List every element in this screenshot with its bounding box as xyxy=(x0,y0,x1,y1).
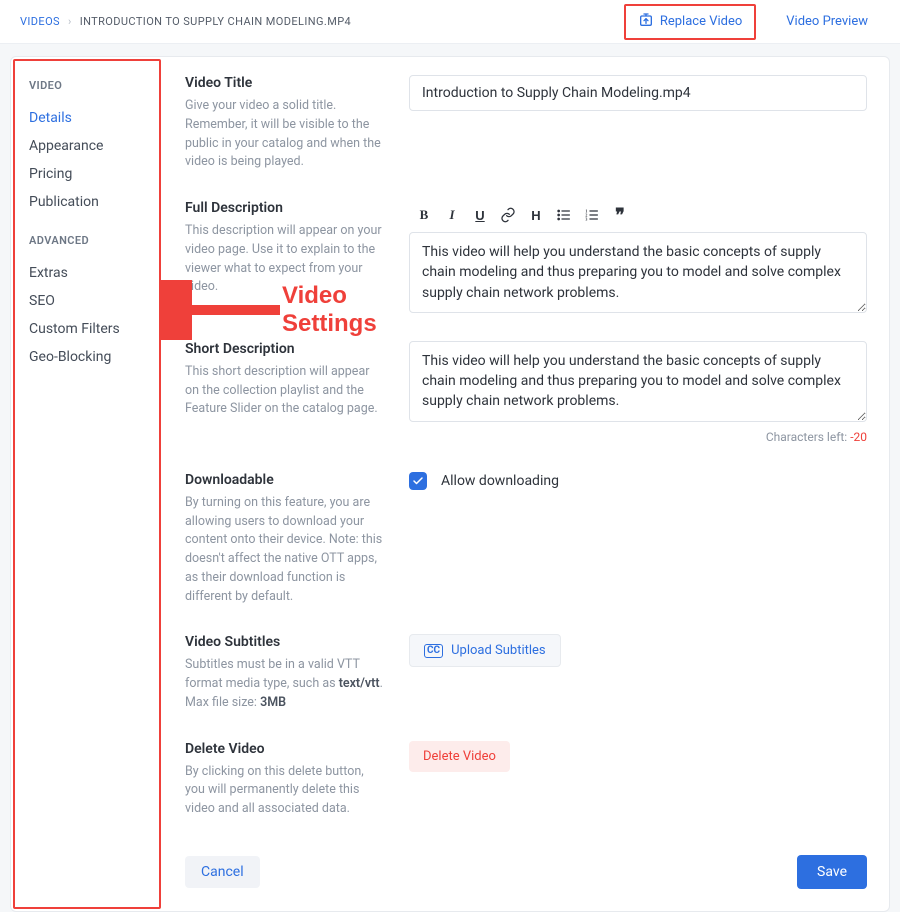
video-title-input[interactable] xyxy=(409,75,867,111)
short-description-label: Short Description xyxy=(185,341,385,357)
bullet-list-button[interactable] xyxy=(555,206,573,224)
field-short-description: Short Description This short description… xyxy=(185,341,867,444)
field-downloadable: Downloadable By turning on this feature,… xyxy=(185,472,867,607)
cc-icon: CC xyxy=(424,644,443,658)
sidebar-section-video: VIDEO xyxy=(29,79,145,92)
downloadable-desc: By turning on this feature, you are allo… xyxy=(185,494,385,607)
field-delete-video: Delete Video By clicking on this delete … xyxy=(185,741,867,819)
sidebar: VIDEO Details Appearance Pricing Publica… xyxy=(13,59,161,909)
link-button[interactable] xyxy=(499,206,517,224)
delete-video-desc: By clicking on this delete button, you w… xyxy=(185,763,385,819)
full-description-input[interactable] xyxy=(409,232,867,313)
field-subtitles: Video Subtitles Subtitles must be in a v… xyxy=(185,634,867,712)
replace-video-button[interactable]: Replace Video xyxy=(624,4,756,40)
topbar: VIDEOS › INTRODUCTION TO SUPPLY CHAIN MO… xyxy=(0,0,900,44)
upload-subtitles-label: Upload Subtitles xyxy=(451,643,546,658)
sidebar-item-appearance[interactable]: Appearance xyxy=(29,132,145,160)
italic-button[interactable]: I xyxy=(443,206,461,224)
underline-button[interactable]: U xyxy=(471,206,489,224)
field-video-title: Video Title Give your video a solid titl… xyxy=(185,75,867,172)
video-title-label: Video Title xyxy=(185,75,385,91)
sidebar-item-extras[interactable]: Extras xyxy=(29,259,145,287)
video-preview-button[interactable]: Video Preview xyxy=(774,8,880,35)
sidebar-item-publication[interactable]: Publication xyxy=(29,188,145,216)
downloadable-label: Downloadable xyxy=(185,472,385,488)
sidebar-item-pricing[interactable]: Pricing xyxy=(29,160,145,188)
full-description-desc: This description will appear on your vid… xyxy=(185,222,385,297)
subtitles-desc: Subtitles must be in a valid VTT format … xyxy=(185,656,385,712)
full-description-label: Full Description xyxy=(185,200,385,216)
sidebar-item-seo[interactable]: SEO xyxy=(29,287,145,315)
richtext-toolbar: B I U H 123 ❞ xyxy=(409,200,867,232)
sidebar-item-details[interactable]: Details xyxy=(29,104,145,132)
allow-downloading-label: Allow downloading xyxy=(441,473,559,489)
chars-left-value: -20 xyxy=(850,430,867,444)
main-content: Video Title Give your video a solid titl… xyxy=(163,57,889,911)
svg-text:3: 3 xyxy=(585,216,587,221)
chars-left: Characters left: -20 xyxy=(409,430,867,444)
main-panel: VIDEO Details Appearance Pricing Publica… xyxy=(10,56,890,912)
chars-left-label: Characters left: xyxy=(766,430,850,444)
video-preview-label: Video Preview xyxy=(786,14,868,29)
breadcrumb-root[interactable]: VIDEOS xyxy=(20,15,60,28)
subtitles-label: Video Subtitles xyxy=(185,634,385,650)
form-footer: Cancel Save xyxy=(185,847,867,889)
delete-video-button[interactable]: Delete Video xyxy=(409,741,510,772)
save-button[interactable]: Save xyxy=(797,855,867,889)
bold-button[interactable]: B xyxy=(415,206,433,224)
replace-icon xyxy=(638,12,654,32)
breadcrumb: VIDEOS › INTRODUCTION TO SUPPLY CHAIN MO… xyxy=(20,15,351,28)
field-full-description: Full Description This description will a… xyxy=(185,200,867,313)
sidebar-item-custom-filters[interactable]: Custom Filters xyxy=(29,315,145,343)
quote-button[interactable]: ❞ xyxy=(611,206,629,224)
delete-video-label: Delete Video xyxy=(185,741,385,757)
short-description-input[interactable] xyxy=(409,341,867,422)
upload-subtitles-button[interactable]: CC Upload Subtitles xyxy=(409,634,561,667)
replace-video-label: Replace Video xyxy=(660,14,742,29)
breadcrumb-current: INTRODUCTION TO SUPPLY CHAIN MODELING.MP… xyxy=(80,15,351,28)
allow-downloading-checkbox[interactable] xyxy=(409,472,427,490)
short-description-desc: This short description will appear on th… xyxy=(185,363,385,419)
sidebar-section-advanced: ADVANCED xyxy=(29,234,145,247)
breadcrumb-separator: › xyxy=(68,15,72,28)
video-title-desc: Give your video a solid title. Remember,… xyxy=(185,97,385,172)
heading-button[interactable]: H xyxy=(527,206,545,224)
sidebar-item-geo-blocking[interactable]: Geo-Blocking xyxy=(29,343,145,371)
cancel-button[interactable]: Cancel xyxy=(185,856,260,888)
numbered-list-button[interactable]: 123 xyxy=(583,206,601,224)
